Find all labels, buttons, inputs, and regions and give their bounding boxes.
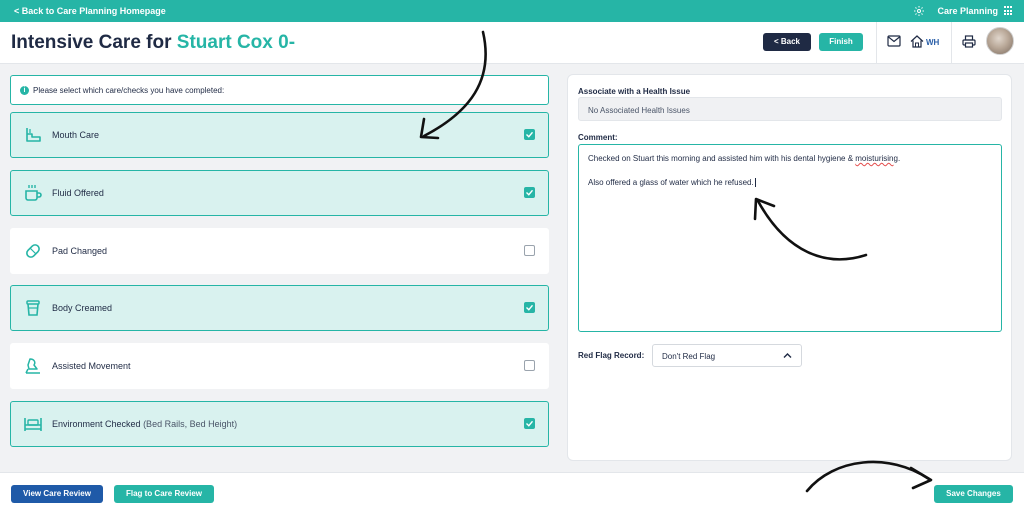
resident-name: Stuart Cox 0-	[176, 32, 296, 53]
top-bar: < Back to Care Planning Homepage Care Pl…	[0, 0, 1024, 22]
instruction-text: Please select which care/checks you have…	[33, 86, 225, 95]
pad-icon	[26, 244, 40, 258]
care-item-mouth-care[interactable]: Mouth Care	[10, 112, 549, 158]
cream-jar-icon	[26, 300, 40, 316]
care-item-label: Assisted Movement	[52, 361, 131, 371]
health-issue-select[interactable]: No Associated Health Issues	[578, 97, 1002, 121]
care-item-checkbox[interactable]	[524, 418, 535, 429]
instruction-box: i Please select which care/checks you ha…	[10, 75, 549, 105]
care-item-checkbox[interactable]	[524, 245, 535, 256]
comment-textarea[interactable]: Checked on Stuart this morning and assis…	[578, 144, 1002, 332]
home-label[interactable]: WH	[926, 38, 939, 47]
avatar[interactable]	[986, 27, 1014, 55]
care-item-fluid-offered[interactable]: Fluid Offered	[10, 170, 549, 216]
mail-icon[interactable]	[887, 35, 901, 47]
care-item-checkbox[interactable]	[524, 129, 535, 140]
top-bar-right: Care Planning	[913, 5, 1014, 17]
page-title: Intensive Care for Stuart Cox 0-	[11, 32, 295, 54]
care-item-checkbox[interactable]	[524, 302, 535, 313]
care-item-checkbox[interactable]	[524, 187, 535, 198]
home-icon[interactable]	[910, 35, 924, 48]
back-button[interactable]: < Back	[763, 33, 811, 51]
red-flag-select[interactable]: Don't Red Flag	[652, 344, 802, 367]
text-caret	[754, 178, 756, 188]
toothbrush-icon	[26, 128, 41, 142]
back-to-homepage-link[interactable]: < Back to Care Planning Homepage	[14, 6, 166, 16]
walking-assist-icon	[25, 358, 40, 374]
care-item-environment-checked[interactable]: Environment Checked (Bed Rails, Bed Heig…	[10, 401, 549, 447]
grid-icon[interactable]	[1004, 6, 1014, 16]
flag-to-care-review-button[interactable]: Flag to Care Review	[114, 485, 214, 503]
red-flag-value: Don't Red Flag	[662, 352, 716, 361]
care-item-body-creamed[interactable]: Body Creamed	[10, 285, 549, 331]
save-changes-button[interactable]: Save Changes	[934, 485, 1013, 503]
care-item-assisted-movement[interactable]: Assisted Movement	[10, 343, 549, 389]
comment-label: Comment:	[578, 133, 618, 142]
comment-line-2: Also offered a glass of water which he r…	[588, 178, 756, 188]
red-flag-label: Red Flag Record:	[578, 351, 645, 360]
care-item-checkbox[interactable]	[524, 360, 535, 371]
chevron-up-icon	[783, 353, 792, 358]
bed-icon	[24, 418, 42, 431]
misspelled-word: moisturising	[855, 154, 898, 163]
comment-line-1: Checked on Stuart this morning and assis…	[588, 154, 901, 163]
health-issue-label: Associate with a Health Issue	[578, 87, 691, 96]
care-item-label-main: Environment Checked	[52, 419, 141, 429]
care-item-pad-changed[interactable]: Pad Changed	[10, 228, 549, 274]
cup-icon	[25, 185, 42, 201]
app-name: Care Planning	[937, 6, 998, 16]
header-divider	[876, 22, 877, 64]
care-item-label: Environment Checked (Bed Rails, Bed Heig…	[52, 419, 237, 429]
gear-icon[interactable]	[913, 5, 925, 17]
page-header: Intensive Care for Stuart Cox 0- < Back …	[0, 22, 1024, 64]
care-item-label: Fluid Offered	[52, 188, 104, 198]
care-item-label-extra: (Bed Rails, Bed Height)	[143, 419, 238, 429]
care-item-label: Body Creamed	[52, 303, 113, 313]
view-care-review-button[interactable]: View Care Review	[11, 485, 103, 503]
care-item-label: Mouth Care	[52, 130, 100, 140]
header-divider	[951, 22, 952, 64]
page-title-prefix: Intensive Care for	[11, 32, 172, 53]
info-icon: i	[20, 86, 29, 95]
printer-icon[interactable]	[962, 35, 976, 48]
care-item-label: Pad Changed	[52, 246, 108, 256]
finish-button[interactable]: Finish	[819, 33, 863, 51]
